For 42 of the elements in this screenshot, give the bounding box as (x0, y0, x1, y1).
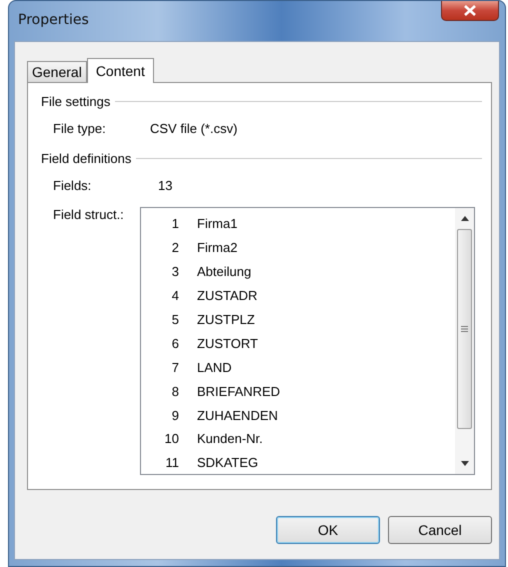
scrollbar[interactable] (455, 208, 474, 474)
down-arrow-icon[interactable] (460, 461, 468, 466)
field-name[interactable]: Firma1 (197, 216, 238, 232)
field-name[interactable]: BRIEFANRED (197, 384, 280, 399)
field-label: Fields: (53, 178, 92, 193)
field-number: 5 (170, 312, 179, 327)
close-icon (464, 5, 476, 16)
field-number: 6 (170, 336, 179, 351)
field-name[interactable]: SDKATEG (197, 455, 258, 470)
window-title: Properties (18, 12, 89, 28)
field-name[interactable]: Abteilung (197, 264, 252, 280)
field-number: 9 (170, 408, 179, 423)
grip-icon (461, 326, 468, 332)
dialog-button[interactable]: Cancel (388, 516, 492, 544)
field-value: 13 (157, 178, 172, 193)
field-number: 11 (164, 455, 179, 470)
tab[interactable]: General (27, 61, 87, 82)
field-list[interactable]: 1 Firma1 2 Firma2 3 Abteilung 4 ZUSTADR 5 ZUSTPLZ 6 ZUSTORT 7 LAND 8 BRIEFANRED 9 ZUHAENDEN 10 Kunden-Nr. 11 SDKATEG (140, 207, 475, 475)
field-name[interactable]: ZUSTADR (197, 288, 258, 304)
field-number: 2 (170, 240, 179, 256)
field-number: 4 (170, 288, 179, 304)
up-arrow-icon[interactable] (460, 216, 468, 221)
dialog-button[interactable]: OK (276, 516, 380, 544)
field-label: File type: (53, 121, 107, 136)
close-button[interactable] (441, 1, 499, 21)
field-label: Field struct.: (53, 207, 125, 224)
field-name[interactable]: ZUSTORT (197, 336, 258, 351)
group-heading: File settings (41, 94, 110, 109)
field-value: CSV file (*.csv) (150, 121, 238, 136)
field-number: 3 (170, 264, 179, 280)
field-number: 7 (170, 360, 179, 375)
field-name[interactable]: ZUHAENDEN (197, 408, 278, 423)
tab[interactable]: Content (86, 58, 154, 83)
field-name[interactable]: Firma2 (197, 240, 238, 256)
field-number: 10 (164, 431, 179, 446)
field-name[interactable]: ZUSTPLZ (197, 312, 255, 327)
scroll-thumb[interactable] (457, 229, 472, 429)
field-name[interactable]: Kunden-Nr. (197, 431, 263, 446)
field-number: 8 (170, 384, 179, 399)
field-number: 1 (170, 216, 179, 232)
group-heading: Field definitions (41, 151, 132, 166)
field-name[interactable]: LAND (197, 360, 232, 375)
